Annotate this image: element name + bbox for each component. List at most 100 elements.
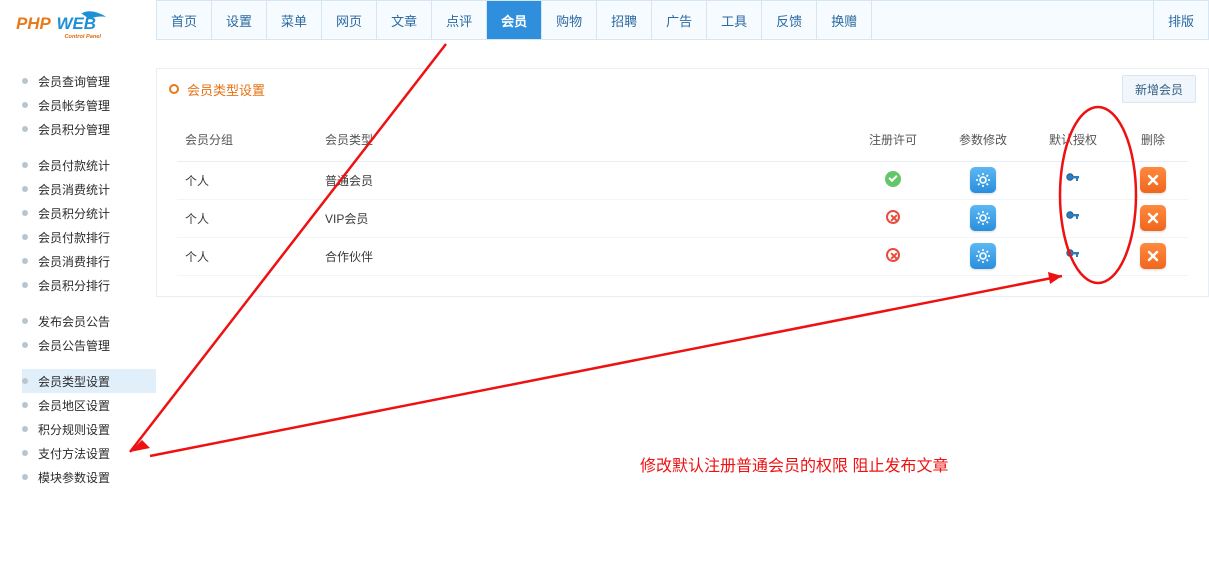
- bullet-icon: [22, 378, 28, 384]
- add-member-type-button[interactable]: 新增会员: [1122, 75, 1196, 103]
- bullet-icon: [22, 102, 28, 108]
- topnav-tab[interactable]: 购物: [542, 1, 597, 39]
- topnav-tab[interactable]: 网页: [322, 1, 377, 39]
- sidebar-item[interactable]: 会员付款排行: [22, 225, 156, 249]
- top-nav: 首页设置菜单网页文章点评会员购物招聘广告工具反馈换赠 排版: [156, 0, 1209, 40]
- bullet-icon: [22, 318, 28, 324]
- sidebar-item[interactable]: 会员地区设置: [22, 393, 156, 417]
- close-icon: [1145, 248, 1161, 264]
- cell-default-auth: [1028, 161, 1118, 199]
- bullet-icon: [22, 474, 28, 480]
- cell-reg-allow[interactable]: [848, 161, 938, 199]
- gear-icon: [975, 248, 991, 264]
- default-auth-button[interactable]: [1060, 167, 1086, 193]
- key-icon: [1065, 210, 1081, 226]
- sidebar-item[interactable]: 会员消费统计: [22, 177, 156, 201]
- cell-type: VIP会员: [317, 199, 848, 237]
- sidebar-item[interactable]: 会员查询管理: [22, 69, 156, 93]
- svg-text:PHP: PHP: [16, 14, 51, 33]
- col-param: 参数修改: [938, 119, 1028, 161]
- col-group: 会员分组: [177, 119, 317, 161]
- col-auth: 默认授权: [1028, 119, 1118, 161]
- cell-type: 合作伙伴: [317, 237, 848, 275]
- topnav-tab[interactable]: 点评: [432, 1, 487, 39]
- topnav-tab[interactable]: 会员: [487, 1, 542, 39]
- topnav-tab[interactable]: 广告: [652, 1, 707, 39]
- delete-button[interactable]: [1140, 243, 1166, 269]
- sidebar-item[interactable]: 会员帐务管理: [22, 93, 156, 117]
- sidebar-item[interactable]: 会员公告管理: [22, 333, 156, 357]
- sidebar-item-label: 会员付款统计: [38, 157, 110, 174]
- sidebar-item-label: 会员消费排行: [38, 253, 110, 270]
- cell-delete: [1118, 237, 1188, 275]
- bullet-icon: [22, 78, 28, 84]
- bullet-icon: [22, 426, 28, 432]
- cell-delete: [1118, 199, 1188, 237]
- default-auth-button[interactable]: [1060, 243, 1086, 269]
- cell-group: 个人: [177, 237, 317, 275]
- sidebar-item-label: 积分规则设置: [38, 421, 110, 438]
- cell-default-auth: [1028, 237, 1118, 275]
- topnav-tab[interactable]: 设置: [212, 1, 267, 39]
- bullet-icon: [22, 342, 28, 348]
- bullet-icon: [22, 210, 28, 216]
- sidebar-item[interactable]: 会员积分管理: [22, 117, 156, 141]
- col-type: 会员类型: [317, 119, 848, 161]
- sidebar-item-label: 发布会员公告: [38, 313, 110, 330]
- sidebar-item-label: 会员付款排行: [38, 229, 110, 246]
- sidebar-item[interactable]: 支付方法设置: [22, 441, 156, 465]
- sidebar-item-label: 会员积分管理: [38, 121, 110, 138]
- topnav-tab[interactable]: 换赠: [817, 1, 872, 39]
- topnav-tab[interactable]: 招聘: [597, 1, 652, 39]
- bullet-icon: [22, 450, 28, 456]
- key-icon: [1065, 248, 1081, 264]
- cell-param-edit: [938, 237, 1028, 275]
- sidebar-item-label: 会员类型设置: [38, 373, 110, 390]
- sidebar-item[interactable]: 会员消费排行: [22, 249, 156, 273]
- panel-member-type: 会员类型设置 新增会员 会员分组 会员类型 注册许可 参数修改 默认授权 删除 …: [156, 68, 1209, 297]
- logo: PHP WEB Control Panel: [0, 0, 156, 63]
- sidebar-item[interactable]: 会员付款统计: [22, 153, 156, 177]
- sidebar-item[interactable]: 会员积分统计: [22, 201, 156, 225]
- param-edit-button[interactable]: [970, 243, 996, 269]
- svg-text:Control Panel: Control Panel: [65, 34, 102, 40]
- sidebar-item[interactable]: 会员积分排行: [22, 273, 156, 297]
- topnav-tab[interactable]: 反馈: [762, 1, 817, 39]
- sidebar-item[interactable]: 会员类型设置: [22, 369, 156, 393]
- check-no-icon: [886, 248, 900, 262]
- topnav-tab-layout[interactable]: 排版: [1154, 1, 1208, 39]
- panel-title: 会员类型设置: [187, 80, 265, 99]
- table-row: 个人VIP会员: [177, 199, 1188, 237]
- bullet-icon: [22, 282, 28, 288]
- delete-button[interactable]: [1140, 205, 1166, 231]
- table-row: 个人普通会员: [177, 161, 1188, 199]
- cell-param-edit: [938, 199, 1028, 237]
- topnav-tab[interactable]: 工具: [707, 1, 762, 39]
- table-row: 个人合作伙伴: [177, 237, 1188, 275]
- cell-reg-allow[interactable]: [848, 237, 938, 275]
- bullet-icon: [22, 162, 28, 168]
- bullet-icon: [22, 402, 28, 408]
- sidebar-item-label: 会员地区设置: [38, 397, 110, 414]
- sidebar-item-label: 模块参数设置: [38, 469, 110, 486]
- key-icon: [1065, 172, 1081, 188]
- cell-default-auth: [1028, 199, 1118, 237]
- sidebar-item[interactable]: 发布会员公告: [22, 309, 156, 333]
- topnav-tab[interactable]: 文章: [377, 1, 432, 39]
- cell-reg-allow[interactable]: [848, 199, 938, 237]
- sidebar-item-label: 会员帐务管理: [38, 97, 110, 114]
- topnav-tab[interactable]: 首页: [157, 1, 212, 39]
- delete-button[interactable]: [1140, 167, 1166, 193]
- param-edit-button[interactable]: [970, 167, 996, 193]
- cell-group: 个人: [177, 161, 317, 199]
- cell-type: 普通会员: [317, 161, 848, 199]
- default-auth-button[interactable]: [1060, 205, 1086, 231]
- param-edit-button[interactable]: [970, 205, 996, 231]
- sidebar-item[interactable]: 积分规则设置: [22, 417, 156, 441]
- cell-param-edit: [938, 161, 1028, 199]
- sidebar-item[interactable]: 模块参数设置: [22, 465, 156, 489]
- cell-group: 个人: [177, 199, 317, 237]
- topnav-tab[interactable]: 菜单: [267, 1, 322, 39]
- col-reg: 注册许可: [848, 119, 938, 161]
- bullet-icon: [22, 234, 28, 240]
